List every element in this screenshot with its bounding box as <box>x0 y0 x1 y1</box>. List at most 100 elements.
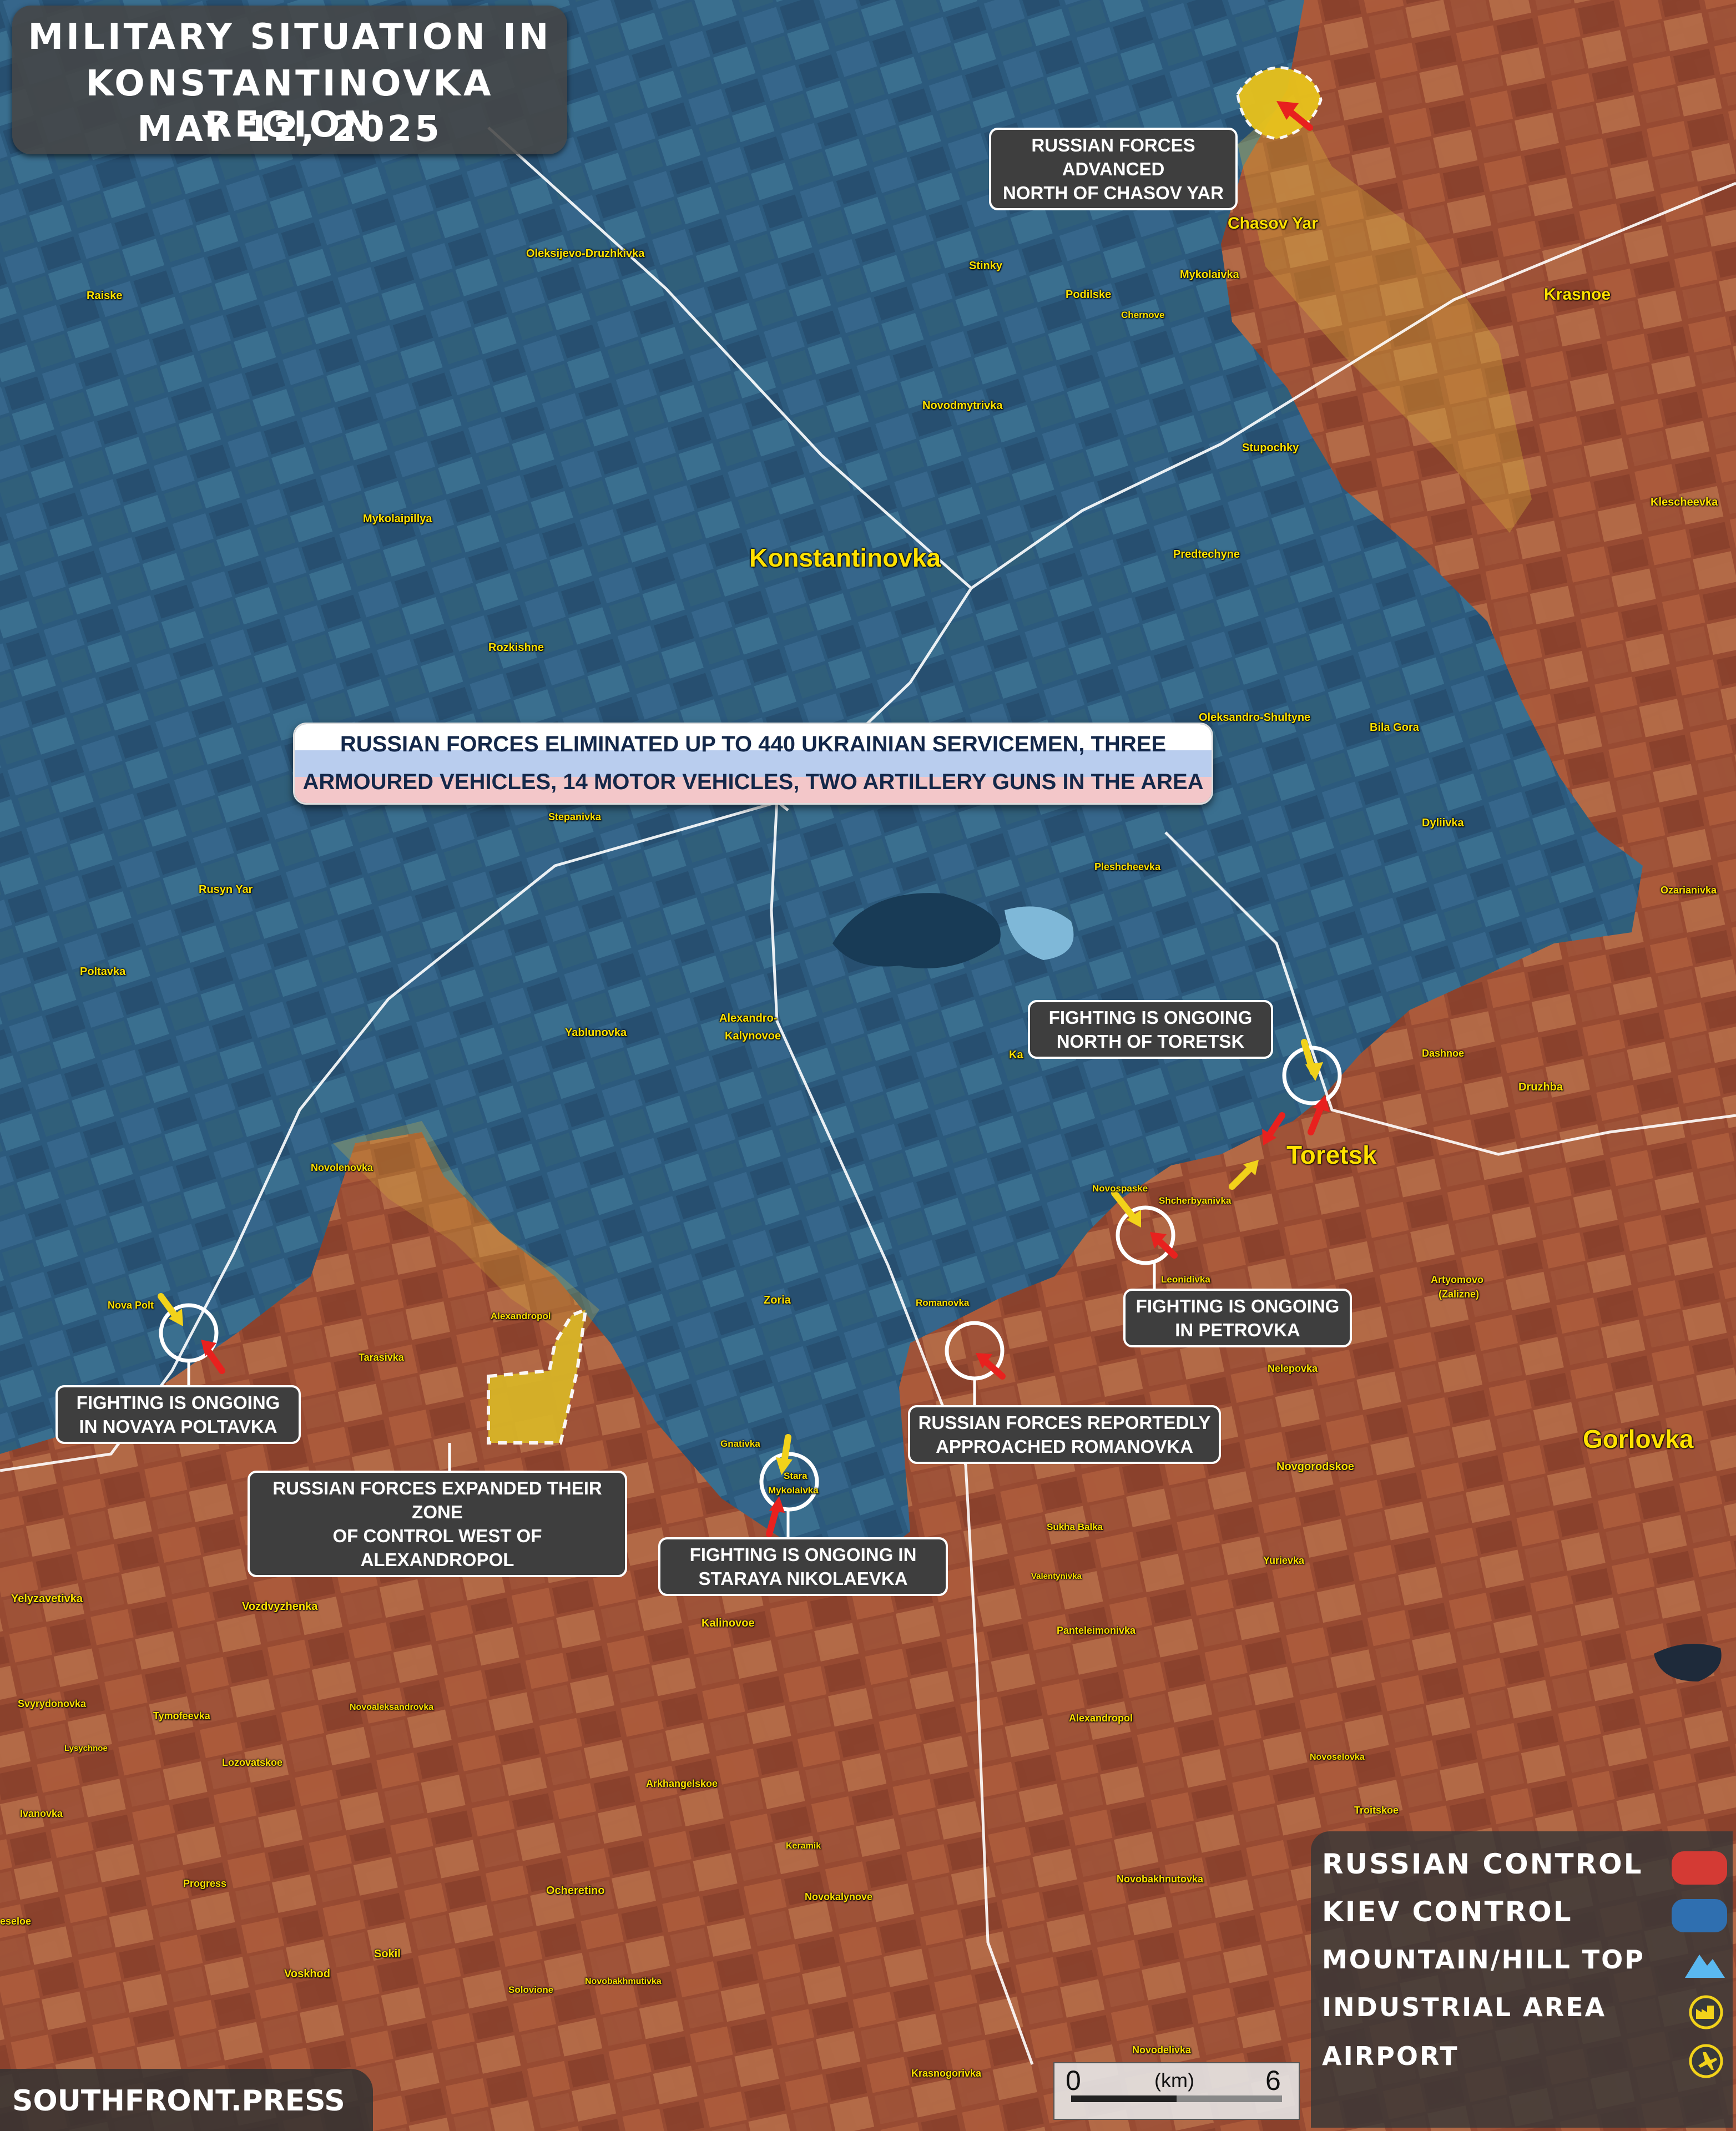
place-label: Ozarianivka <box>1661 885 1717 896</box>
place-label: Novgorodskoe <box>1276 1461 1355 1473</box>
callout-novaya-poltavka: FIGHTING IS ONGOING IN NOVAYA POLTAVKA <box>55 1385 301 1444</box>
place-label: Rozkishne <box>488 642 544 654</box>
place-label: Artyomovo <box>1431 1274 1484 1285</box>
callout-text: FIGHTING IS ONGOING IN <box>689 1544 917 1565</box>
place-label: Predtechyne <box>1173 548 1240 560</box>
place-label: Novoaleksandrovka <box>350 1703 434 1712</box>
legend-mountain: MOUNTAIN/HILL TOP <box>1322 1945 1727 1983</box>
place-label: Solovione <box>508 1984 554 1995</box>
place-label: Poltavka <box>80 966 126 978</box>
place-label: Keramik <box>786 1841 821 1851</box>
casualty-banner: RUSSIAN FORCES ELIMINATED UP TO 440 UKRA… <box>293 723 1213 805</box>
callout-chasov-yar: RUSSIAN FORCES ADVANCED NORTH OF CHASOV … <box>989 128 1238 210</box>
place-label: Rusyn Yar <box>199 883 253 896</box>
place-label: Stara <box>784 1471 808 1481</box>
callout-alexandropol: RUSSIAN FORCES EXPANDED THEIR ZONE OF CO… <box>248 1471 627 1577</box>
place-label: Novoselovka <box>1310 1753 1365 1762</box>
legend-label: KIEV CONTROL <box>1322 1896 1573 1928</box>
map-title-panel: MILITARY SITUATION IN KONSTANTINOVKA REG… <box>12 6 567 154</box>
place-label: Sukha Balka <box>1047 1522 1103 1532</box>
place-label: Zoria <box>764 1294 791 1306</box>
kiev-control-swatch <box>1672 1899 1727 1932</box>
callout-petrovka: FIGHTING IS ONGOING IN PETROVKA <box>1123 1289 1352 1347</box>
city-label-konstantinovka: Konstantinovka <box>749 543 941 572</box>
source-footer: SOUTHFRONT.PRESS <box>0 2069 373 2131</box>
title-date: MAY 12, 2025 <box>137 109 442 150</box>
place-label: Tarasivka <box>359 1352 404 1363</box>
place-label: Lozovatskoe <box>222 1757 283 1768</box>
place-label: Chernove <box>1121 310 1165 320</box>
place-label: Dashnoe <box>1422 1048 1465 1059</box>
place-label: Raiske <box>87 290 123 302</box>
place-label: Svyrydonovka <box>18 1698 87 1709</box>
place-label: Troitskoe <box>1354 1805 1399 1816</box>
legend-kiev-control: KIEV CONTROL <box>1322 1896 1727 1935</box>
place-label: Kalynovoe <box>725 1030 781 1042</box>
place-label: Alexandro- <box>719 1012 778 1024</box>
russian-control-swatch <box>1672 1851 1727 1885</box>
scale-bar: 0 (km) 6 <box>1053 2062 1300 2120</box>
place-label: Stinky <box>969 260 1003 272</box>
place-label: Pleshcheevka <box>1094 861 1161 872</box>
place-label: Mykolaivka <box>768 1485 819 1496</box>
city-label-krasnoe: Krasnoe <box>1544 285 1611 304</box>
place-label: Nova Polt <box>108 1300 154 1311</box>
airport-icon <box>1689 2044 1723 2078</box>
place-label: Kalinovoe <box>702 1617 755 1629</box>
place-label: Arkhangelskoe <box>646 1778 718 1789</box>
scale-start: 0 <box>1066 2065 1081 2096</box>
legend-label: INDUSTRIAL AREA <box>1322 1992 1607 2022</box>
place-label: Stepanivka <box>548 811 602 822</box>
legend-industrial: INDUSTRIAL AREA <box>1322 1992 1727 2031</box>
callout-staraya-nikolaevka: FIGHTING IS ONGOING IN STARAYA NIKOLAEVK… <box>658 1537 948 1596</box>
callout-text: RUSSIAN FORCES ADVANCED <box>1031 135 1195 179</box>
place-label: Romanovka <box>916 1297 970 1308</box>
banner-line-1: RUSSIAN FORCES ELIMINATED UP TO 440 UKRA… <box>340 732 1167 756</box>
place-label: eseloe <box>0 1916 32 1927</box>
place-label: Stupochky <box>1242 442 1299 454</box>
place-label: Novodmytrivka <box>922 400 1003 412</box>
callout-text: NORTH OF TORETSK <box>1056 1031 1245 1052</box>
place-label: Leonidivka <box>1161 1274 1210 1285</box>
city-label-gorlovka: Gorlovka <box>1583 1425 1694 1453</box>
place-label: Nelepovka <box>1268 1363 1318 1374</box>
place-label: Lysychnoe <box>64 1744 108 1753</box>
source-site-label: SOUTHFRONT.PRESS <box>12 2084 345 2118</box>
place-label: Gnativka <box>720 1438 760 1449</box>
place-label: Dyliivka <box>1422 817 1464 829</box>
map-legend: RUSSIAN CONTROL KIEV CONTROL MOUNTAIN/HI… <box>1311 1831 1733 2128</box>
legend-label: RUSSIAN CONTROL <box>1322 1848 1643 1880</box>
callout-text: OF CONTROL WEST OF ALEXANDROPOL <box>332 1526 542 1570</box>
place-label: Mykolaipillya <box>363 513 432 525</box>
place-label: Yurievka <box>1263 1555 1305 1566</box>
callout-text: IN PETROVKA <box>1175 1320 1300 1340</box>
scale-unit: (km) <box>1154 2069 1194 2092</box>
place-label: Novokalynove <box>805 1891 873 1902</box>
callout-text: STARAYA NIKOLAEVKA <box>698 1568 908 1589</box>
banner-line-2: ARMOURED VEHICLES, 14 MOTOR VEHICLES, TW… <box>302 770 1204 794</box>
place-label: Ocheretino <box>546 1885 605 1897</box>
place-label: Oleksandro-Shultyne <box>1199 711 1311 724</box>
place-label: Panteleimonivka <box>1057 1625 1136 1636</box>
mountain-icon <box>1685 1955 1725 1978</box>
place-label: Krasnogorivka <box>911 2068 982 2079</box>
place-label: Ka <box>1009 1049 1023 1061</box>
place-label: Druzhba <box>1518 1081 1563 1093</box>
place-label: (Zalizne) <box>1439 1289 1480 1300</box>
legend-label: AIRPORT <box>1322 2041 1459 2071</box>
place-label: Novodelivka <box>1132 2044 1192 2056</box>
title-line-1: MILITARY SITUATION IN <box>28 17 552 58</box>
place-label: Ivanovka <box>20 1808 63 1819</box>
place-label: Novobakhmutivka <box>585 1977 662 1986</box>
callout-text: APPROACHED ROMANOVKA <box>936 1436 1193 1457</box>
callout-text: IN NOVAYA POLTAVKA <box>79 1416 277 1437</box>
callout-text: RUSSIAN FORCES REPORTEDLY <box>918 1412 1211 1433</box>
callout-romanovka: RUSSIAN FORCES REPORTEDLY APPROACHED ROM… <box>908 1405 1221 1464</box>
industrial-icon <box>1689 1995 1723 2029</box>
place-label: Shcherbyanivka <box>1159 1195 1232 1206</box>
place-label: Vozdvyzhenka <box>242 1600 318 1613</box>
place-label: Oleksijevo-Druzhkivka <box>526 248 645 260</box>
callout-text: FIGHTING IS ONGOING <box>76 1392 280 1413</box>
legend-label: MOUNTAIN/HILL TOP <box>1322 1945 1645 1975</box>
callout-text: FIGHTING IS ONGOING <box>1136 1296 1340 1316</box>
